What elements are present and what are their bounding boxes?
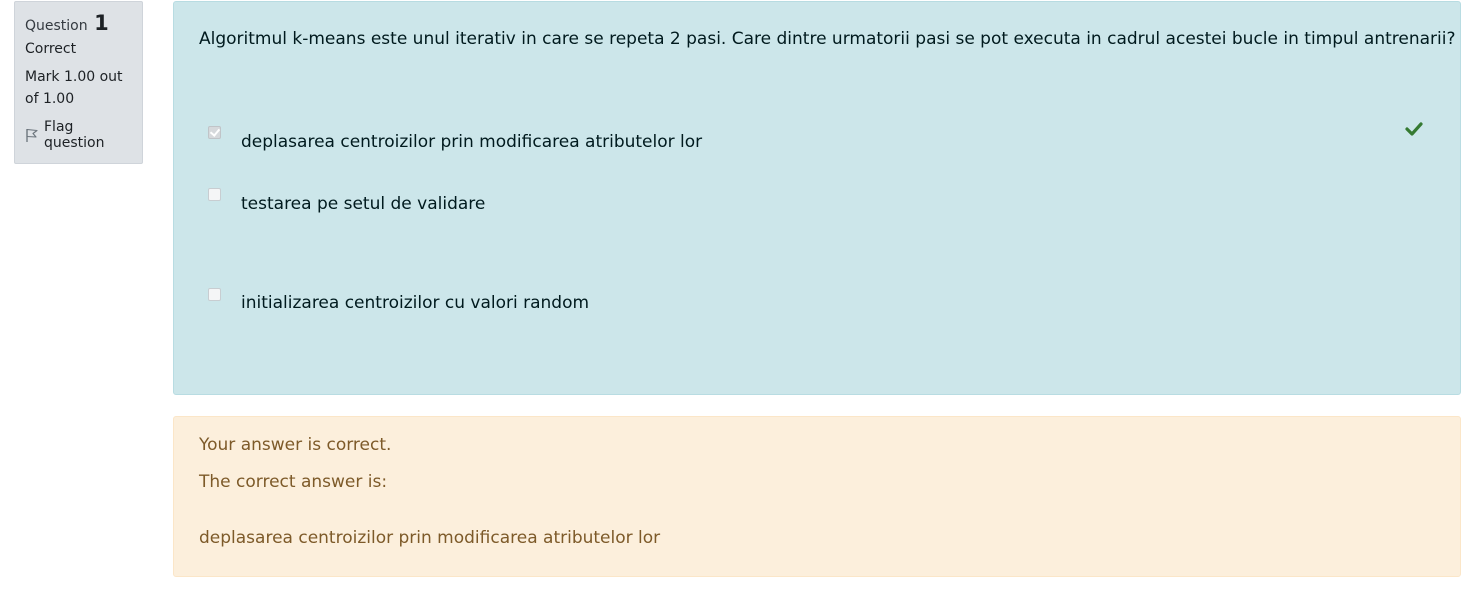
question-state: Correct <box>25 41 77 57</box>
answer-feedback: Your answer is correct. The correct answ… <box>173 416 1461 577</box>
answer-label: deplasarea centroizilor prin modificarea… <box>241 132 703 152</box>
flag-icon <box>25 128 39 143</box>
question-info-panel: Question 1 Correct Mark 1.00 out of 1.00… <box>14 1 143 164</box>
answer-checkbox[interactable] <box>208 288 221 301</box>
answer-checkbox[interactable] <box>208 188 221 201</box>
answer-checkbox[interactable] <box>208 126 221 139</box>
right-answer-label: The correct answer is: <box>199 472 388 492</box>
answer-option[interactable]: deplasarea centroizilor prin modificarea… <box>208 126 702 152</box>
right-answer-text: deplasarea centroizilor prin modificarea… <box>199 528 661 548</box>
question-label: Question <box>25 18 88 34</box>
answer-label: initializarea centroizilor cu valori ran… <box>241 293 590 313</box>
answer-option[interactable]: initializarea centroizilor cu valori ran… <box>208 288 589 313</box>
feedback-status: Your answer is correct. <box>199 435 392 455</box>
question-text: Algoritmul k-means este unul iterativ in… <box>199 29 1456 49</box>
question-number-line: Question 1 <box>25 11 132 35</box>
answer-option[interactable]: testarea pe setul de validare <box>208 188 485 214</box>
question-formulation: Algoritmul k-means este unul iterativ in… <box>173 1 1461 395</box>
answer-label: testarea pe setul de validare <box>241 194 486 214</box>
flag-question-button[interactable]: Flag question <box>25 119 132 151</box>
flag-question-label: Flag question <box>44 119 105 151</box>
question-number: 1 <box>94 11 109 35</box>
correct-check-icon <box>1405 121 1423 140</box>
question-grade: Mark 1.00 out of 1.00 <box>25 69 123 107</box>
